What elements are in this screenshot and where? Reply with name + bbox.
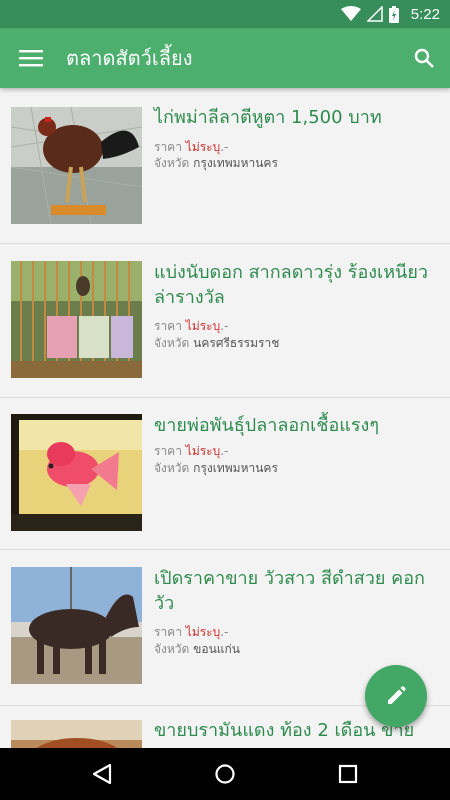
recents-icon	[339, 764, 358, 784]
listing-thumbnail	[11, 107, 142, 224]
battery-charging-icon	[388, 5, 399, 23]
app-title: ตลาดสัตว์เลี้ยง	[66, 46, 193, 70]
listing-thumbnail	[11, 414, 142, 531]
listing-item[interactable]: ขายพ่อพันธุ์ปลาลอกเชื้อแรงๆ ราคา ไม่ระบุ…	[0, 398, 450, 550]
recents-button[interactable]	[318, 748, 378, 800]
listing-province: จังหวัด กรุงเทพมหานคร	[154, 156, 278, 170]
listing-thumbnail	[11, 567, 142, 684]
listing-item[interactable]: แบ่งนับดอก สากลดาวรุ่ง ร้องเหนียว ล่าราง…	[0, 244, 450, 398]
search-button[interactable]	[398, 28, 450, 88]
edit-pencil-icon	[388, 686, 406, 704]
listing-province: จังหวัด กรุงเทพมหานคร	[154, 461, 278, 475]
listing-title: แบ่งนับดอก สากลดาวรุ่ง ร้องเหนียว ล่าราง…	[154, 262, 429, 308]
signal-icon	[366, 6, 383, 22]
listing-title: เปิดราคาขาย วัวสาว สีดำสวย คอกวัว	[154, 568, 425, 614]
menu-button[interactable]	[0, 28, 62, 88]
status-bar: 5:22	[0, 0, 450, 28]
clock: 5:22	[410, 5, 440, 23]
back-icon	[92, 763, 111, 785]
wifi-icon	[340, 6, 361, 21]
listing-province: จังหวัด นครศรีธรรมราช	[154, 336, 280, 350]
app-bar: ตลาดสัตว์เลี้ยง	[0, 28, 450, 88]
search-icon	[414, 48, 434, 68]
system-nav-bar	[0, 748, 450, 800]
listing-province: จังหวัด ขอนแก่น	[154, 642, 240, 656]
listing-thumbnail	[11, 261, 142, 378]
back-button[interactable]	[72, 748, 132, 800]
home-icon	[215, 764, 235, 784]
listing-title: ขายพ่อพันธุ์ปลาลอกเชื้อแรงๆ	[154, 415, 379, 436]
home-button[interactable]	[195, 748, 255, 800]
menu-icon	[19, 50, 43, 67]
compose-fab[interactable]	[365, 665, 427, 727]
listing-list: ไก่พม่าลีลาตีหูตา 1,500 บาท ราคา ไม่ระบุ…	[0, 88, 450, 748]
listing-thumbnail	[11, 720, 142, 748]
listing-title: ไก่พม่าลีลาตีหูตา 1,500 บาท	[154, 107, 382, 128]
listing-item[interactable]: ไก่พม่าลีลาตีหูตา 1,500 บาท ราคา ไม่ระบุ…	[0, 88, 450, 244]
